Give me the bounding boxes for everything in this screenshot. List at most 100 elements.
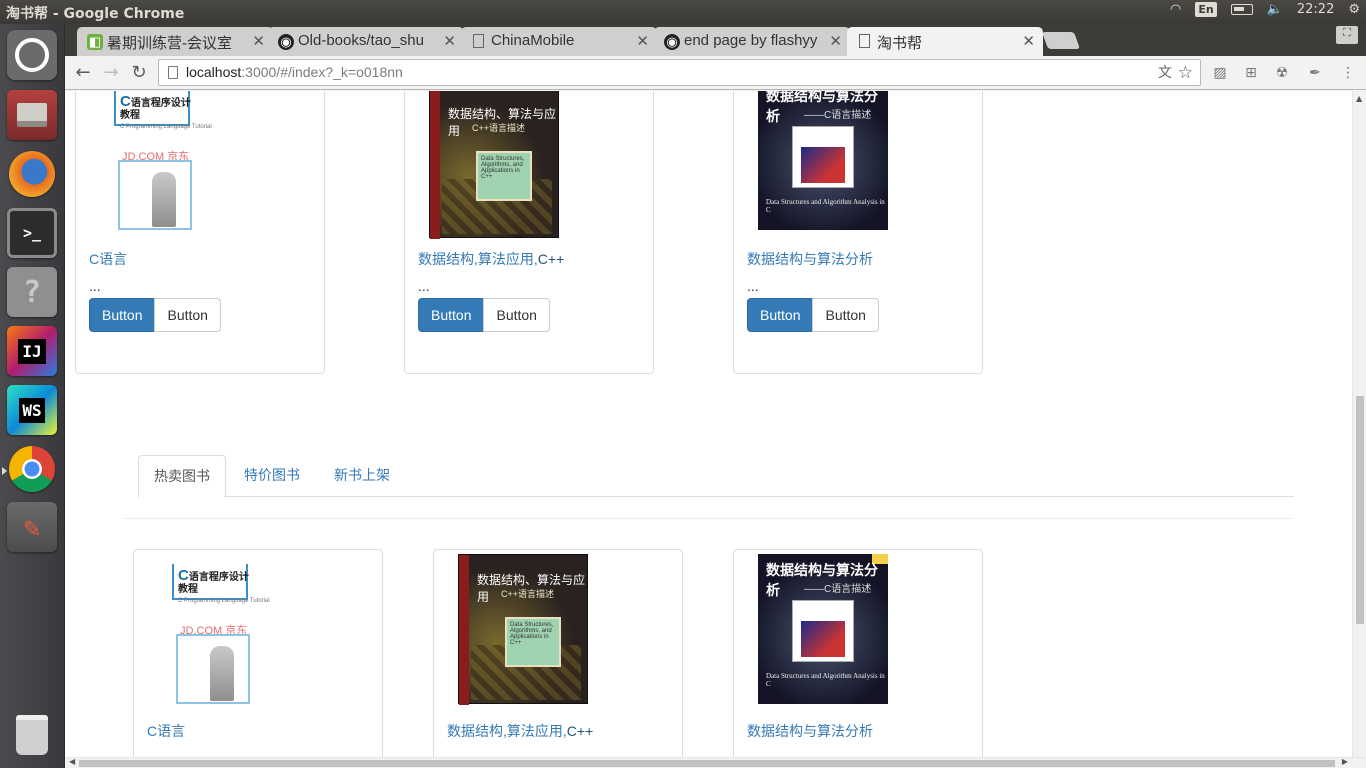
book-cover-data-structures[interactable]: 数据结构、算法与应用 C++语言描述 Data Structures, Algo… <box>429 91 559 239</box>
book-title-link[interactable]: 数据结构,算法应用,C++ <box>418 249 564 269</box>
browser-tab[interactable]: ◉ end page by flashyy ✕ <box>654 27 850 56</box>
profile-icon[interactable]: ⛶ <box>1336 26 1358 44</box>
book-cover-c[interactable]: C语言程序设计 教程 C Programming Language Tutoria… <box>158 564 288 714</box>
book-description: ... <box>89 278 101 294</box>
book-cover-algorithm-analysis[interactable]: 数据结构与算法分析 ——C语言描述 Data Structures and Al… <box>758 91 888 230</box>
book-description: ... <box>747 278 759 294</box>
system-top-bar: 淘书帮 - Google Chrome ◠ En 🔈 22:22 ⚙ <box>0 0 1366 24</box>
browser-tab-active[interactable]: 淘书帮 ✕ <box>847 27 1043 56</box>
cover-statue <box>152 172 176 227</box>
book-description: ... <box>418 278 430 294</box>
system-gear-icon[interactable]: ⚙ <box>1348 2 1360 17</box>
back-icon[interactable]: ← <box>71 61 95 85</box>
system-tray: ◠ En 🔈 22:22 ⚙ <box>1170 2 1360 17</box>
secondary-button[interactable]: Button <box>812 298 879 332</box>
tab-title: ChinaMobile <box>491 32 575 49</box>
primary-button[interactable]: Button <box>418 298 485 332</box>
address-bar[interactable]: localhost:3000/#/index?_k=o018nn 文 ☆ <box>158 59 1201 86</box>
wifi-icon[interactable]: ◠ <box>1170 2 1181 17</box>
extension-eyedropper-icon[interactable]: ✒ <box>1306 64 1324 82</box>
cover-subtitle: C++语言描述 <box>501 589 555 599</box>
primary-button[interactable]: Button <box>747 298 814 332</box>
tab-new-arrivals[interactable]: 新书上架 <box>319 455 405 497</box>
tab-hot-books[interactable]: 热卖图书 <box>138 455 226 498</box>
translate-icon[interactable]: 文 <box>1158 60 1172 85</box>
book-card: C语言程序设计 教程 C Programming Language Tutoria… <box>75 91 325 374</box>
cover-spine <box>430 91 440 239</box>
cover-spine <box>459 555 469 705</box>
tab-title: Old-books/tao_shu <box>298 32 424 49</box>
button-group: Button Button <box>747 298 879 332</box>
book-cover-c[interactable]: C语言程序设计 教程 C Programming Language Tutoria… <box>100 91 230 240</box>
chrome-icon[interactable] <box>2 446 55 492</box>
battery-icon[interactable] <box>1230 4 1253 15</box>
tab-strip: ◧ 暑期训练营-会议室 ✕ ◉ Old-books/tao_shu ✕ Chin… <box>65 24 1366 56</box>
tab-title: 暑期训练营-会议室 <box>107 35 232 52</box>
page-viewport: C语言程序设计 教程 C Programming Language Tutoria… <box>65 91 1352 757</box>
scroll-left-icon[interactable]: ◀ <box>69 757 75 766</box>
book-title-link[interactable]: C语言 <box>147 721 185 741</box>
close-icon[interactable]: ✕ <box>1022 32 1035 50</box>
keyboard-layout-indicator[interactable]: En <box>1195 2 1217 17</box>
divider <box>122 518 1293 519</box>
browser-tab[interactable]: ChinaMobile ✕ <box>461 27 657 56</box>
extension-icon[interactable]: ▨ <box>1211 64 1229 82</box>
cover-picture <box>792 600 854 662</box>
page-icon <box>473 34 484 48</box>
book-cover-data-structures[interactable]: 数据结构、算法与应用 C++语言描述 Data Structures, Algo… <box>458 554 588 705</box>
chrome-menu-icon[interactable]: ⋮ <box>1339 64 1357 82</box>
book-card: 数据结构、算法与应用 C++语言描述 Data Structures, Algo… <box>433 549 683 757</box>
webstorm-icon[interactable]: WS <box>7 385 57 435</box>
secondary-button[interactable]: Button <box>154 298 221 332</box>
terminal-icon[interactable]: >_ <box>7 208 57 258</box>
cover-inner-title: Data Structures, Algorithms, and Applica… <box>505 617 561 667</box>
vertical-scrollbar-thumb[interactable] <box>1356 396 1364 624</box>
cover-subtitle: C Programming Language Tutorial <box>120 124 212 130</box>
book-cover-algorithm-analysis[interactable]: 数据结构与算法分析 ——C语言描述 Data Structures and Al… <box>758 554 888 704</box>
volume-icon[interactable]: 🔈 <box>1267 2 1283 17</box>
trash-icon[interactable] <box>7 710 57 760</box>
browser-tab[interactable]: ◧ 暑期训练营-会议室 ✕ <box>77 27 273 56</box>
cover-title: C语言程序设计 教程 <box>120 93 191 121</box>
page-icon <box>859 34 870 48</box>
page-info-icon[interactable] <box>168 66 178 79</box>
scroll-right-icon[interactable]: ▶ <box>1342 757 1348 766</box>
bookmark-star-icon[interactable]: ☆ <box>1178 60 1193 85</box>
book-title-link[interactable]: 数据结构与算法分析 <box>747 249 873 269</box>
book-card: C语言程序设计 教程 C Programming Language Tutoria… <box>133 549 383 757</box>
close-icon[interactable]: ✕ <box>636 32 649 50</box>
category-tabs: 热卖图书 特价图书 新书上架 <box>138 455 1294 498</box>
cover-title: C语言程序设计 教程 <box>178 567 249 595</box>
cover-subtitle: ——C语言描述 <box>804 584 872 595</box>
clock[interactable]: 22:22 <box>1297 2 1334 17</box>
scroll-up-icon[interactable]: ▲ <box>1356 94 1362 103</box>
close-icon[interactable]: ✕ <box>829 32 842 50</box>
button-group: Button Button <box>418 298 550 332</box>
extension-grid-icon[interactable]: ⊞ <box>1242 64 1260 82</box>
close-icon[interactable]: ✕ <box>252 32 265 50</box>
book-title-link[interactable]: 数据结构与算法分析 <box>747 721 873 741</box>
reload-icon[interactable]: ↻ <box>127 61 151 85</box>
primary-button[interactable]: Button <box>89 298 156 332</box>
intellij-icon[interactable]: IJ <box>7 326 57 376</box>
horizontal-scrollbar-thumb[interactable] <box>79 760 1335 767</box>
secondary-button[interactable]: Button <box>483 298 550 332</box>
new-tab-button[interactable] <box>1041 32 1081 49</box>
settings-icon[interactable]: ✎ <box>7 502 57 552</box>
book-title-link[interactable]: 数据结构,算法应用,C++ <box>447 721 593 741</box>
book-card: 数据结构与算法分析 ——C语言描述 Data Structures and Al… <box>733 549 983 757</box>
horizontal-scrollbar[interactable]: ◀ ▶ <box>65 757 1366 768</box>
files-icon[interactable] <box>7 90 57 140</box>
tab-special-price[interactable]: 特价图书 <box>229 455 315 497</box>
intellij-icon-label: IJ <box>18 338 46 364</box>
ubuntu-dash-icon[interactable] <box>7 30 57 80</box>
browser-tab[interactable]: ◉ Old-books/tao_shu ✕ <box>268 27 464 56</box>
cover-inner-title: Data Structures, Algorithms, and Applica… <box>476 151 532 201</box>
extension-radiation-icon[interactable]: ☢ <box>1273 64 1291 82</box>
firefox-icon[interactable] <box>9 151 55 197</box>
forward-icon[interactable]: → <box>99 61 123 85</box>
vertical-scrollbar[interactable]: ▲ <box>1352 91 1366 757</box>
help-icon[interactable]: ? <box>7 267 57 317</box>
close-icon[interactable]: ✕ <box>443 32 456 50</box>
book-title-link[interactable]: C语言 <box>89 249 127 269</box>
